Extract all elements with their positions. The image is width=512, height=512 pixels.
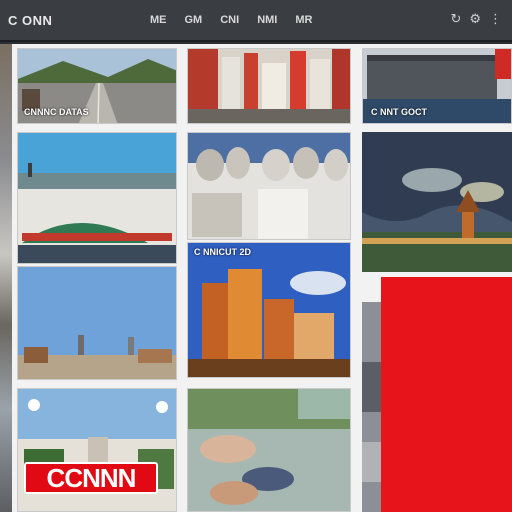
- tile-monuments[interactable]: [187, 132, 351, 240]
- tile-caption: C NNICUT 2D: [194, 247, 252, 257]
- tile-night-temple[interactable]: [362, 132, 512, 272]
- tile-tall-building[interactable]: C NNT GOCT: [362, 48, 512, 124]
- harbour-image: [18, 133, 176, 263]
- nav-item-2[interactable]: GM: [185, 14, 203, 26]
- header-icons: ↻ ⚙ ⋮: [450, 12, 502, 27]
- tile-right-strip[interactable]: [362, 302, 382, 512]
- menu-icon[interactable]: ⋮: [489, 12, 502, 27]
- nav-item-5[interactable]: MR: [295, 14, 312, 26]
- tile-highway[interactable]: CNNNC DATAS: [17, 48, 177, 124]
- right-strip-image: [362, 302, 382, 512]
- monuments-image: [188, 133, 350, 239]
- tile-waterfront-city[interactable]: [17, 266, 177, 380]
- tile-park-people[interactable]: [187, 388, 351, 512]
- nav-item-1[interactable]: ME: [150, 14, 167, 26]
- brand-badge[interactable]: CCNNN: [24, 462, 158, 494]
- tile-caption: CNNNC DATAS: [24, 107, 89, 117]
- tile-city-street[interactable]: [187, 48, 351, 124]
- night-temple-image: [362, 132, 512, 272]
- main-nav: ME GM CNI NMI MR: [150, 14, 312, 26]
- nav-item-3[interactable]: CNI: [220, 14, 239, 26]
- city-street-image: [188, 49, 350, 123]
- refresh-icon[interactable]: ↻: [450, 12, 461, 27]
- nav-item-4[interactable]: NMI: [257, 14, 277, 26]
- top-bar: C ONN ME GM CNI NMI MR ↻ ⚙ ⋮: [0, 0, 512, 42]
- promo-red-panel[interactable]: [381, 277, 512, 512]
- tile-harbour[interactable]: [17, 132, 177, 264]
- waterfront-city-image: [18, 267, 176, 379]
- tile-skyline[interactable]: C NNICUT 2D: [187, 242, 351, 378]
- tile-caption: C NNT GOCT: [371, 107, 427, 117]
- site-logo[interactable]: C ONN: [8, 13, 52, 28]
- skyline-image: [188, 243, 350, 377]
- settings-icon[interactable]: ⚙: [469, 12, 481, 27]
- photo-grid: CNNNC DATAS C NNT GOCT C NNICUT 2D CCNNN: [0, 44, 512, 512]
- left-edge-strip: [0, 44, 12, 512]
- park-people-image: [188, 389, 350, 511]
